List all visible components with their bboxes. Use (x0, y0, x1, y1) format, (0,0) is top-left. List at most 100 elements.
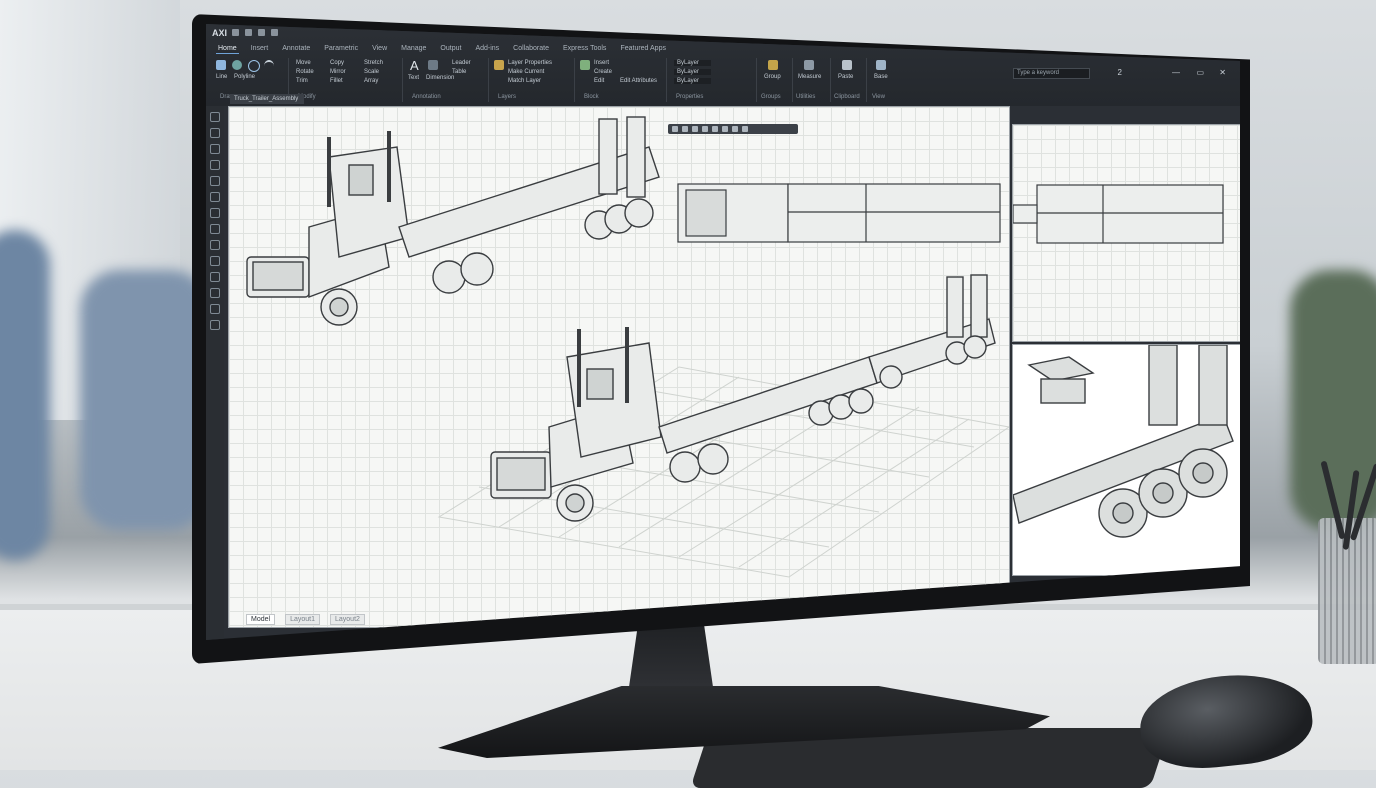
measure-icon[interactable] (804, 60, 814, 70)
group-icon[interactable] (768, 60, 778, 70)
base-view-icon[interactable] (876, 60, 886, 70)
tool-make-current[interactable]: Make Current (508, 69, 544, 75)
view-cube-icon[interactable] (722, 126, 728, 132)
tool-rotate[interactable]: Rotate (296, 69, 314, 75)
user-icon[interactable]: 2 (1118, 68, 1122, 77)
app-logo[interactable]: AXI (212, 28, 227, 38)
undo-icon[interactable] (258, 29, 265, 36)
maximize-button[interactable]: ▭ (1196, 68, 1204, 77)
layer-tool-icon[interactable] (210, 288, 220, 298)
insert-block-icon[interactable] (580, 60, 590, 70)
dimension-tool-icon[interactable] (210, 240, 220, 250)
text-tool-icon[interactable] (210, 256, 220, 266)
tab-featured-apps[interactable]: Featured Apps (618, 44, 668, 54)
tool-copy[interactable]: Copy (330, 60, 344, 66)
tab-model[interactable]: Model (246, 614, 276, 625)
tool-create[interactable]: Create (594, 69, 612, 75)
panel-annotation: A Text Dimension Leader Table Annotation (404, 58, 489, 102)
tab-home[interactable]: Home (216, 44, 239, 54)
shadow-icon[interactable] (742, 126, 748, 132)
tool-mirror[interactable]: Mirror (330, 69, 346, 75)
zoom-icon[interactable] (692, 126, 698, 132)
tool-match-layer[interactable]: Match Layer (508, 78, 541, 84)
orbit-tool-icon[interactable] (210, 160, 220, 170)
linetype-dropdown[interactable]: ByLayer (674, 69, 712, 75)
dimension-icon[interactable] (428, 60, 438, 70)
layout-tabs: Model Layout1 Layout2 (246, 614, 365, 625)
folder-icon[interactable] (232, 29, 239, 36)
zoom-extents-icon[interactable] (702, 126, 708, 132)
tool-edit-attributes[interactable]: Edit Attributes (620, 78, 657, 84)
paste-icon[interactable] (842, 60, 852, 70)
polyline-icon[interactable] (232, 60, 242, 70)
tool-text[interactable]: Text (408, 75, 419, 81)
save-icon[interactable] (245, 29, 252, 36)
text-icon[interactable]: A (410, 58, 419, 73)
tool-leader[interactable]: Leader (452, 60, 471, 66)
tab-output[interactable]: Output (438, 44, 463, 54)
tab-express-tools[interactable]: Express Tools (561, 44, 608, 54)
detail-viewport[interactable] (1012, 344, 1240, 576)
render-icon[interactable] (732, 126, 738, 132)
tool-move[interactable]: Move (296, 60, 311, 66)
tool-group[interactable]: Group (764, 74, 781, 80)
properties-tool-icon[interactable] (210, 304, 220, 314)
select-tool-icon[interactable] (210, 112, 220, 122)
tool-edit[interactable]: Edit (594, 78, 604, 84)
measure-tool-icon[interactable] (210, 272, 220, 282)
settings-tool-icon[interactable] (210, 320, 220, 330)
tab-collaborate[interactable]: Collaborate (511, 44, 551, 54)
trailer-detail-drawing (1012, 344, 1234, 538)
tool-insert[interactable]: Insert (594, 60, 609, 66)
minimize-button[interactable]: — (1172, 68, 1180, 77)
background-person (0, 230, 50, 560)
tab-layout2[interactable]: Layout2 (330, 614, 365, 625)
line-tool-icon[interactable] (210, 176, 220, 186)
panel-title: View (872, 94, 885, 100)
tool-paste[interactable]: Paste (838, 74, 853, 80)
orbit-icon[interactable] (672, 126, 678, 132)
search-input[interactable]: Type a keyword (1013, 68, 1090, 79)
tool-dimension[interactable]: Dimension (426, 75, 454, 81)
tool-stretch[interactable]: Stretch (364, 60, 383, 66)
visual-style-icon[interactable] (712, 126, 718, 132)
hatch-tool-icon[interactable] (210, 224, 220, 234)
layer-properties-icon[interactable] (494, 60, 504, 70)
tool-scale[interactable]: Scale (364, 69, 379, 75)
color-dropdown[interactable]: ByLayer (674, 60, 712, 66)
tool-trim[interactable]: Trim (296, 78, 308, 84)
redo-icon[interactable] (271, 29, 278, 36)
tab-add-ins[interactable]: Add-ins (473, 44, 501, 54)
tool-layer-properties[interactable]: Layer Properties (508, 60, 552, 66)
panel-groups: Group Groups (758, 58, 793, 102)
tool-measure[interactable]: Measure (798, 74, 821, 80)
tab-annotate[interactable]: Annotate (280, 44, 312, 54)
circle-tool-icon[interactable] (210, 192, 220, 202)
tab-layout1[interactable]: Layout1 (285, 614, 320, 625)
file-tab[interactable]: Truck_Trailer_Assembly (230, 94, 304, 104)
pan-icon[interactable] (682, 126, 688, 132)
ribbon-tabs: Home Insert Annotate Parametric View Man… (216, 44, 668, 54)
arc-icon[interactable] (264, 60, 274, 72)
zoom-tool-icon[interactable] (210, 144, 220, 154)
tool-line[interactable]: Line (216, 74, 227, 80)
line-icon[interactable] (216, 60, 226, 70)
tool-polyline[interactable]: Polyline (234, 74, 255, 80)
tab-insert[interactable]: Insert (249, 44, 271, 54)
truck-isometric-upper (246, 116, 660, 326)
tab-view[interactable]: View (370, 44, 389, 54)
tab-manage[interactable]: Manage (399, 44, 428, 54)
tab-parametric[interactable]: Parametric (322, 44, 360, 54)
top-viewport[interactable] (1012, 124, 1240, 342)
circle-icon[interactable] (248, 60, 260, 72)
lineweight-dropdown[interactable]: ByLayer (674, 78, 712, 84)
tool-base[interactable]: Base (874, 74, 888, 80)
close-button[interactable]: ✕ (1219, 68, 1226, 77)
panel-title: Groups (761, 94, 781, 100)
tool-table[interactable]: Table (452, 69, 466, 75)
trailer-top-view-drawing (1012, 184, 1224, 244)
pan-tool-icon[interactable] (210, 128, 220, 138)
tool-array[interactable]: Array (364, 78, 378, 84)
tool-fillet[interactable]: Fillet (330, 78, 343, 84)
rectangle-tool-icon[interactable] (210, 208, 220, 218)
